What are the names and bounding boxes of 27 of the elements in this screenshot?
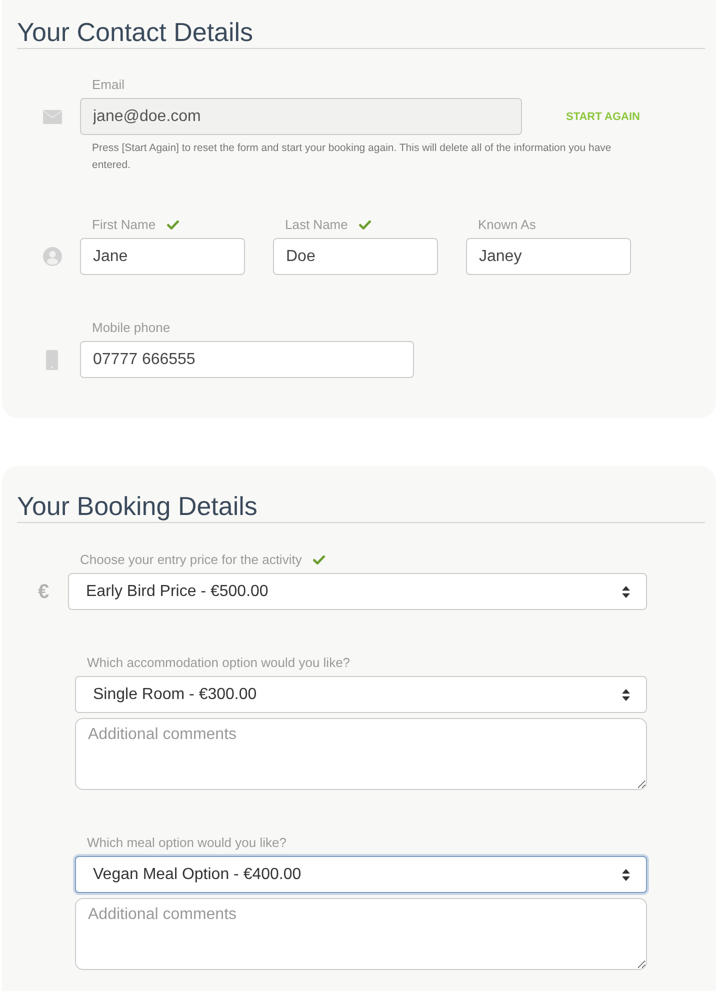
envelope-icon: [43, 110, 62, 124]
field-label: Email: [92, 76, 125, 94]
field-label: Known As: [478, 216, 536, 234]
field-label: Choose your entry price for the activity: [80, 551, 302, 569]
sort-caret-icon: [622, 586, 630, 598]
section-heading: Your Booking Details: [17, 490, 258, 522]
help-text: Press [Start Again] to reset the form and start your booking again. This will delete all of the information you have entered.: [92, 141, 612, 173]
select-dropdown[interactable]: Vegan Meal Option - €400.00: [75, 856, 647, 893]
currency-symbol: €: [38, 580, 50, 602]
user-icon: [43, 247, 62, 266]
select-dropdown[interactable]: Single Room - €300.00: [75, 676, 647, 713]
field-label: Which meal option would you like?: [87, 834, 286, 852]
name-field[interactable]: Doe: [273, 238, 438, 275]
field-label: Mobile phone: [92, 319, 170, 337]
name-field[interactable]: Jane: [80, 238, 245, 275]
comments-field[interactable]: Additional comments: [75, 718, 647, 790]
select-dropdown[interactable]: Early Bird Price - €500.00: [68, 573, 647, 610]
phone-icon: [46, 350, 58, 370]
section-heading: Your Contact Details: [17, 16, 254, 48]
field-label: Which accommodation option would you like?: [87, 654, 350, 672]
comments-field[interactable]: Additional comments: [75, 898, 647, 970]
field-label: Last Name: [285, 216, 348, 234]
phone-field[interactable]: 07777 666555: [80, 341, 414, 378]
name-field[interactable]: Janey: [466, 238, 631, 275]
field-label: First Name: [92, 216, 156, 234]
sort-caret-icon: [622, 868, 630, 880]
sort-caret-icon: [622, 688, 630, 700]
